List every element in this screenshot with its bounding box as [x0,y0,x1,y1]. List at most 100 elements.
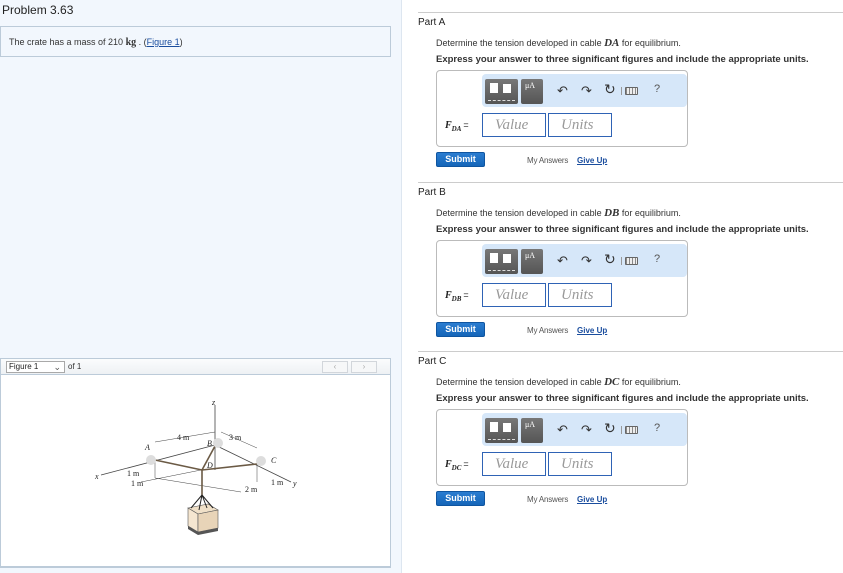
figure-count: of 1 [68,362,82,371]
support-c [256,456,266,466]
part-instruction: Express your answer to three significant… [436,393,809,404]
part-instruction: Express your answer to three significant… [436,54,809,65]
answer-box: μA ↶ ↷ ↻ ? FDB = [436,240,688,317]
dim-3m: 3 m [229,433,242,442]
question-suffix: for equilibrium. [619,208,681,218]
redo-icon[interactable]: ↷ [581,83,592,99]
dim-2m: 2 m [245,485,258,494]
symbols-button[interactable]: μA [521,249,543,274]
toolbar-divider [621,257,622,265]
crate [187,494,219,535]
divider [418,182,843,183]
variable-label: FDA = [445,120,469,133]
part-title: Part A [418,17,446,28]
undo-icon[interactable]: ↶ [557,253,568,269]
math-toolbar: μA ↶ ↷ ↻ ? [482,74,687,107]
submit-button[interactable]: Submit [436,322,485,337]
y-axis [214,444,292,483]
my-answers-label: My Answers [527,326,569,335]
templates-icon [490,422,498,432]
question-text: Determine the tension developed in cable [436,208,605,218]
question-suffix: for equilibrium. [619,38,681,48]
give-up-link[interactable]: Give Up [577,495,607,504]
keyboard-icon[interactable] [625,87,638,95]
symbols-button[interactable]: μA [521,418,543,443]
figure-select-value: Figure 1 [9,362,39,371]
value-input[interactable] [482,283,546,307]
chevron-down-icon: ⌄ [53,362,61,372]
question-suffix: for equilibrium. [619,377,681,387]
units-input[interactable] [548,113,612,137]
dim-1m-c: 1 m [271,478,284,487]
templates-icon [490,253,498,263]
templates-button[interactable] [485,249,518,274]
cable-name: DC [604,376,620,388]
label-c: C [271,456,277,465]
dim-1m-b: 1 m [131,479,144,488]
reset-icon[interactable]: ↻ [604,420,616,437]
divider [418,351,843,352]
next-figure-button[interactable]: › [351,361,377,373]
give-up-link[interactable]: Give Up [577,326,607,335]
templates-button[interactable] [485,418,518,443]
part-question: Determine the tension developed in cable… [436,207,681,219]
previous-figure-button[interactable]: ‹ [322,361,348,373]
undo-icon[interactable]: ↶ [557,83,568,99]
my-answers-label: My Answers [527,156,569,165]
symbols-button[interactable]: μA [521,79,543,104]
help-icon[interactable]: ? [654,253,660,265]
figure-link[interactable]: Figure 1 [147,37,180,47]
support-a [146,455,156,465]
statement-suffix: . ( [136,37,147,47]
problem-statement: The crate has a mass of 210 kg . (Figure… [0,26,391,57]
value-input[interactable] [482,452,546,476]
redo-icon[interactable]: ↷ [581,253,592,269]
answer-box: μA ↶ ↷ ↻ ? FDC = [436,409,688,486]
keyboard-icon[interactable] [625,426,638,434]
math-toolbar: μA ↶ ↷ ↻ ? [482,413,687,446]
figure-diagram: z x y A B C D 4 m 3 m 1 m 1 m 2 m 1 m [94,400,297,535]
part-title: Part B [418,187,446,198]
mass-unit: kg [125,37,137,48]
units-input[interactable] [548,283,612,307]
dim-1m-a: 1 m [127,469,140,478]
my-answers-label: My Answers [527,495,569,504]
units-input[interactable] [548,452,612,476]
divider [418,12,843,13]
figure-toolbar: Figure 1 ⌄ of 1 ‹ › [0,358,391,375]
figure-select[interactable]: Figure 1 ⌄ [6,361,65,373]
label-x: x [94,472,99,481]
support-b [213,438,223,448]
question-text: Determine the tension developed in cable [436,377,605,387]
part-question: Determine the tension developed in cable… [436,37,681,49]
label-a: A [144,443,150,452]
problem-panel: Problem 3.63 The crate has a mass of 210… [0,0,402,573]
help-icon[interactable]: ? [654,422,660,434]
cable-da [154,459,203,471]
reset-icon[interactable]: ↻ [604,81,616,98]
part-title: Part C [418,356,447,367]
redo-icon[interactable]: ↷ [581,422,592,438]
variable-label: FDC = [445,459,469,472]
undo-icon[interactable]: ↶ [557,422,568,438]
answer-box: μA ↶ ↷ ↻ ? FDA = [436,70,688,147]
toolbar-divider [621,426,622,434]
statement-close: ) [179,37,183,47]
label-b: B [207,439,212,448]
submit-button[interactable]: Submit [436,491,485,506]
templates-button[interactable] [485,79,518,104]
cable-name: DA [604,37,620,49]
give-up-link[interactable]: Give Up [577,156,607,165]
submit-button[interactable]: Submit [436,152,485,167]
math-toolbar: μA ↶ ↷ ↻ ? [482,244,687,277]
problem-title: Problem 3.63 [2,3,74,17]
value-input[interactable] [482,113,546,137]
figure-view: z x y A B C D 4 m 3 m 1 m 1 m 2 m 1 m [0,375,391,568]
toolbar-divider [621,87,622,95]
reset-icon[interactable]: ↻ [604,251,616,268]
keyboard-icon[interactable] [625,257,638,265]
label-y: y [292,479,297,488]
templates-icon [490,83,498,93]
label-d: D [206,461,213,470]
help-icon[interactable]: ? [654,83,660,95]
